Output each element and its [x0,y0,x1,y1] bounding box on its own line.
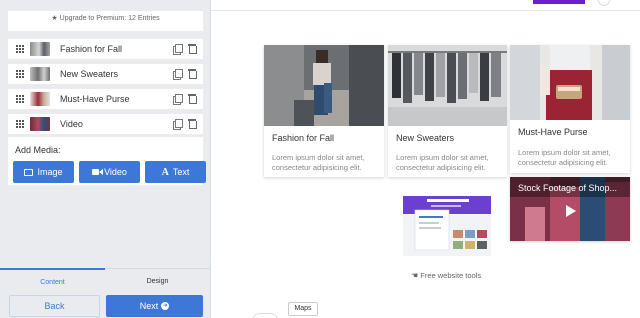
card-title: New Sweaters [396,133,455,143]
entry-label: Fashion for Fall [60,44,123,54]
preview-card[interactable]: Must-Have Purse Lorem ipsum dolor sit am… [510,45,630,173]
add-video-button[interactable]: Video [79,161,140,183]
card-photo [388,45,507,126]
add-text-label: Text [172,167,190,177]
preview-card[interactable]: New Sweaters Lorem ipsum dolor sit amet,… [388,45,507,177]
card-description: Lorem ipsum dolor sit amet, consectetur … [518,148,611,167]
tab-design[interactable]: Design [105,269,210,293]
add-media-title: Add Media: [15,145,61,155]
drag-handle-icon[interactable] [16,119,25,129]
add-image-button[interactable]: Image [13,161,74,183]
preview-card[interactable]: Fashion for Fall Lorem ipsum dolor sit a… [264,45,384,177]
entry-list: Fashion for Fall New Sweaters Must-Have … [8,39,203,139]
sidebar-tabs: Content Design [0,268,210,292]
maps-button[interactable]: Maps [288,302,318,316]
add-image-label: Image [37,167,63,177]
text-icon: A [161,166,169,178]
list-item[interactable]: New Sweaters [8,64,203,84]
trash-icon[interactable] [188,94,197,104]
add-media-panel: Add Media: Image Video A Text [8,137,206,185]
arrow-right-icon: ➜ [161,302,170,310]
copy-icon[interactable] [173,94,183,105]
add-text-button[interactable]: A Text [145,161,206,183]
back-label: Back [44,301,65,311]
upgrade-banner[interactable]: ★ Upgrade to Premium: 12 Entries [8,11,203,31]
trash-icon[interactable] [188,119,197,129]
entry-thumbnail [30,67,50,81]
website-tools-promo-image[interactable] [401,196,493,256]
card-description: Lorem ipsum dolor sit amet, consectetur … [396,153,489,172]
hand-pointer-icon: ☚ [411,271,419,280]
video-card[interactable]: Stock Footage of Shop... [510,177,630,241]
back-button[interactable]: Back [9,295,100,317]
sidebar: ★ Upgrade to Premium: 12 Entries Fashion … [0,0,211,318]
card-title: Must-Have Purse [518,127,588,137]
drag-handle-icon[interactable] [16,94,25,104]
entry-label: New Sweaters [60,69,119,79]
entry-thumbnail [30,117,50,131]
copy-icon[interactable] [173,44,183,55]
tab-content[interactable]: Content [0,268,105,292]
trash-icon[interactable] [188,69,197,79]
list-item[interactable]: Video [8,114,203,134]
app-root: ★ Upgrade to Premium: 12 Entries Fashion … [0,0,640,318]
card-description: Lorem ipsum dolor sit amet, consectetur … [272,153,365,172]
copy-icon[interactable] [173,119,183,130]
play-icon[interactable] [560,202,580,220]
entry-thumbnail [30,92,50,106]
image-icon [24,168,34,176]
video-camera-icon [92,169,104,175]
card-photo [510,45,630,120]
free-website-tools-label: Free website tools [420,271,482,280]
next-label: Next [139,301,159,311]
add-video-label: Video [104,167,127,177]
video-title: Stock Footage of Shop... [518,183,618,193]
trash-icon[interactable] [188,44,197,54]
publish-button[interactable] [533,0,585,4]
drag-handle-icon[interactable] [16,44,25,54]
drag-handle-icon[interactable] [16,69,25,79]
entry-label: Must-Have Purse [60,94,130,104]
upgrade-text: Upgrade to Premium: 12 Entries [59,15,160,22]
next-button[interactable]: Next ➜ [106,295,203,317]
settings-icon[interactable] [598,0,610,6]
card-photo [264,45,384,126]
list-item[interactable]: Fashion for Fall [8,39,203,59]
list-item[interactable]: Must-Have Purse [8,89,203,109]
entry-thumbnail [30,42,50,56]
free-website-tools-link[interactable]: ☚ Free website tools [411,271,481,280]
star-icon: ★ [51,15,58,22]
copy-icon[interactable] [173,69,183,80]
scroll-indicator [252,313,278,318]
card-title: Fashion for Fall [272,133,335,143]
entry-label: Video [60,119,83,129]
